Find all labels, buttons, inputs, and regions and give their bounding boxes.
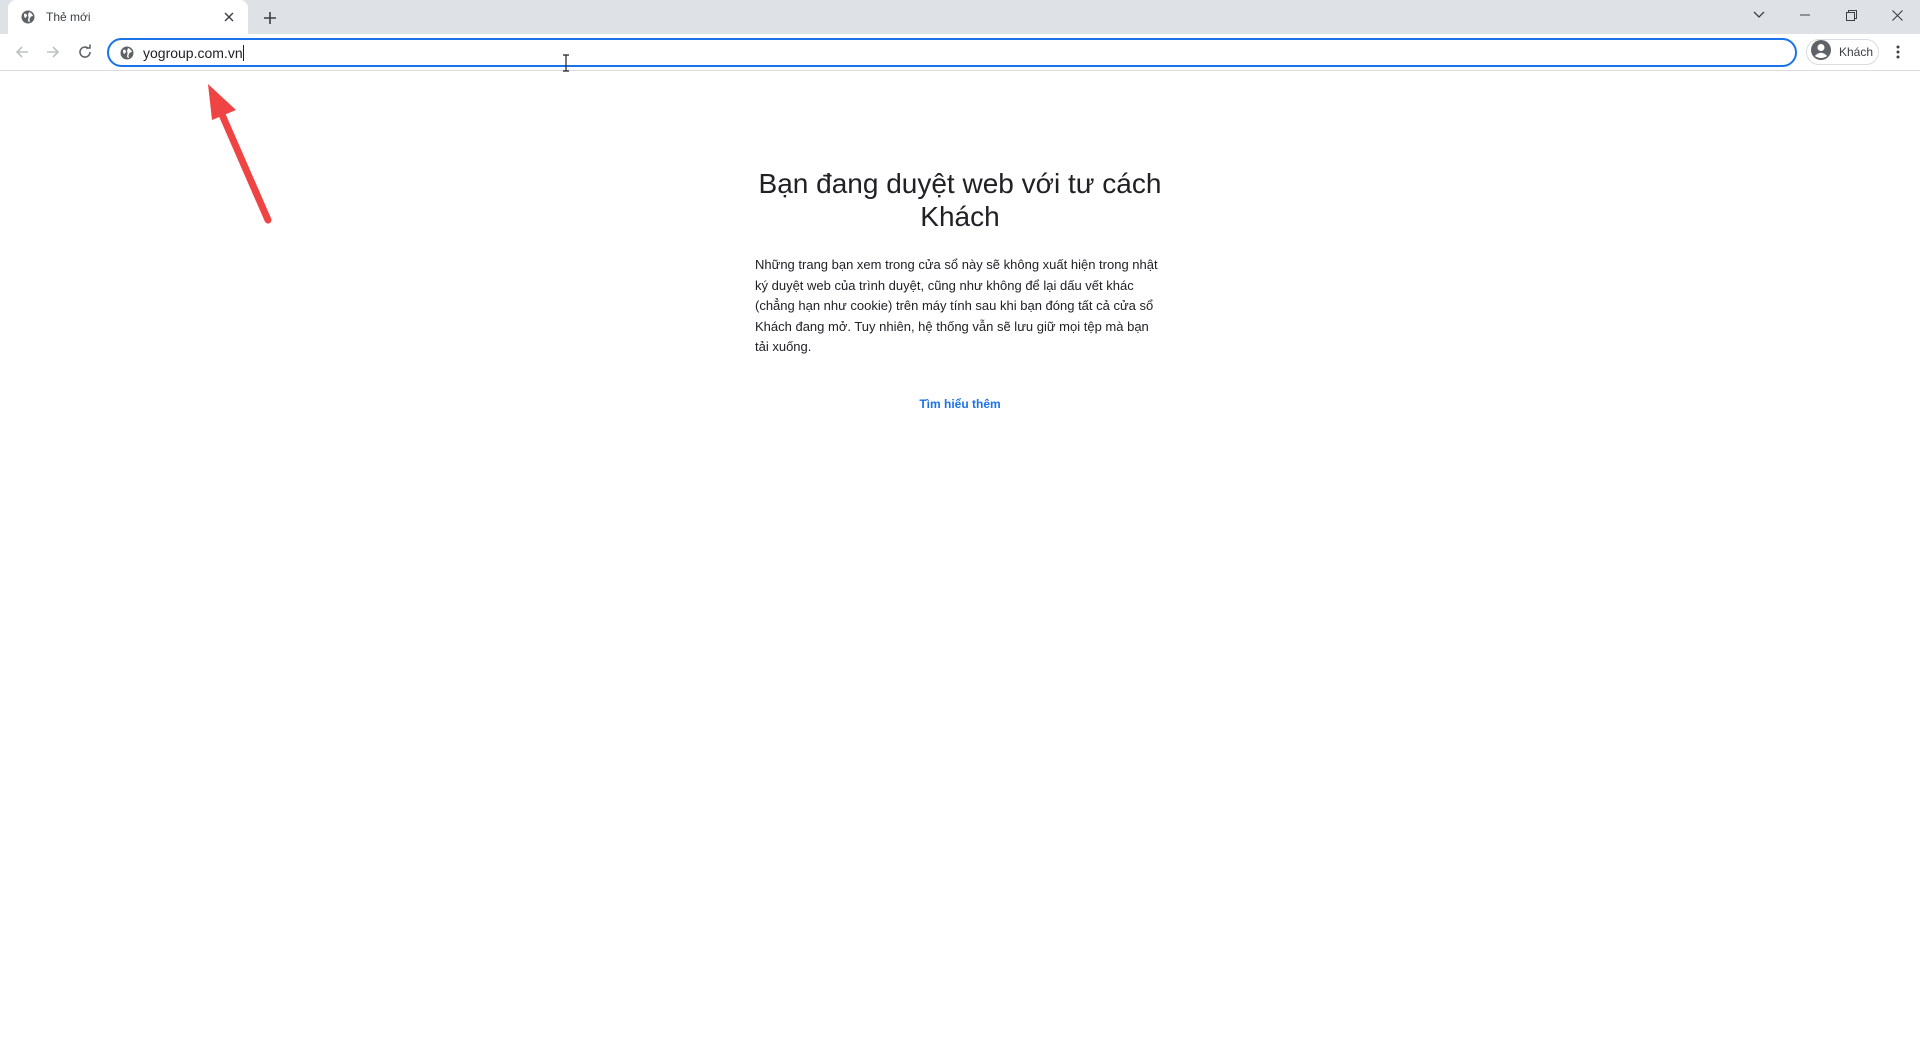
avatar-icon — [1811, 39, 1831, 65]
reload-icon[interactable] — [73, 40, 97, 64]
tab-strip: Thẻ mới — [0, 0, 1920, 34]
profile-button[interactable]: Khách — [1806, 39, 1879, 65]
minimize-icon[interactable] — [1782, 0, 1828, 30]
tab-title: Thẻ mới — [46, 10, 91, 24]
close-icon[interactable] — [1874, 0, 1920, 30]
globe-icon — [20, 9, 36, 25]
text-caret — [242, 44, 244, 61]
text-cursor-icon — [563, 54, 569, 72]
new-tab-button[interactable] — [258, 6, 282, 30]
page-content: Bạn đang duyệt web với tư cách Khách Nhữ… — [0, 71, 1920, 1040]
guest-description: Những trang bạn xem trong cửa sổ này sẽ … — [755, 257, 1158, 354]
restore-icon[interactable] — [1828, 0, 1874, 30]
learn-more-link[interactable]: Tìm hiểu thêm — [880, 397, 1040, 411]
profile-label: Khách — [1839, 45, 1874, 59]
toolbar: yogroup.com.vn Khách — [0, 34, 1920, 71]
back-icon[interactable] — [10, 40, 34, 64]
more-menu-icon[interactable] — [1886, 40, 1910, 64]
address-input[interactable]: yogroup.com.vn — [143, 45, 243, 61]
forward-icon[interactable] — [41, 40, 65, 64]
address-bar[interactable]: yogroup.com.vn — [107, 38, 1797, 67]
chevron-down-icon[interactable] — [1736, 0, 1782, 30]
tab-new-tab[interactable]: Thẻ mới — [8, 0, 248, 34]
globe-icon[interactable] — [119, 45, 135, 61]
tab-close-icon[interactable] — [220, 8, 238, 26]
page-title: Bạn đang duyệt web với tư cách Khách — [758, 168, 1162, 232]
